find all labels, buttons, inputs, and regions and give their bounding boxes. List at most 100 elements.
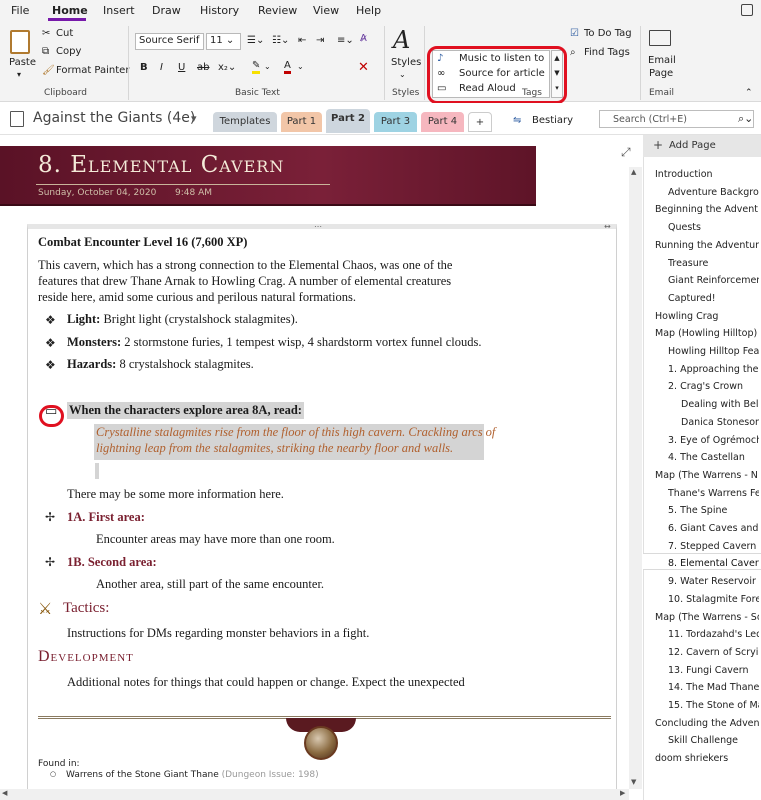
container-resize-icon[interactable]: ↔: [604, 222, 611, 231]
container-handle-icon[interactable]: ⋯: [314, 222, 322, 231]
email-button-line2[interactable]: Page: [649, 68, 673, 79]
page-list-item[interactable]: Map (The Warrens - So: [655, 612, 759, 623]
decrease-indent-icon[interactable]: ⇤: [298, 35, 306, 46]
page-list-item[interactable]: Concluding the Adven: [655, 718, 759, 729]
page-list-item[interactable]: 9. Water Reservoir: [668, 576, 759, 587]
highlight-icon[interactable]: ✎: [252, 60, 261, 74]
page-list-item[interactable]: Beginning the Advent: [655, 204, 759, 215]
cut-icon[interactable]: ✂: [42, 28, 50, 39]
read-aloud-tag-icon[interactable]: ▭: [45, 404, 57, 419]
tab-part-4[interactable]: Part 4: [421, 112, 464, 132]
notebook-dropdown-icon[interactable]: ▾: [191, 112, 197, 125]
email-icon[interactable]: [649, 30, 671, 46]
cut-button[interactable]: Cut: [56, 28, 73, 39]
format-painter-icon[interactable]: 🖌: [42, 65, 55, 76]
page-list-item[interactable]: Map (Howling Hilltop): [655, 328, 759, 339]
page-list-item[interactable]: 10. Stalagmite Fores: [668, 594, 759, 605]
copy-icon[interactable]: ⧉: [42, 46, 49, 57]
menu-file[interactable]: File: [11, 4, 29, 17]
notebook-name[interactable]: Against the Giants (4e): [33, 110, 195, 126]
format-painter-button[interactable]: Format Painter: [56, 65, 129, 76]
italic-icon[interactable]: I: [160, 62, 163, 73]
add-page-button[interactable]: Add Page: [669, 140, 716, 151]
increase-indent-icon[interactable]: ⇥: [316, 35, 324, 46]
page-list-item[interactable]: 4. The Castellan: [668, 452, 759, 463]
page-list-item[interactable]: 8. Elemental Cavern: [668, 558, 759, 569]
page-list-item[interactable]: 6. Giant Caves and: [668, 523, 759, 534]
menu-draw[interactable]: Draw: [152, 4, 181, 17]
bold-icon[interactable]: B: [140, 62, 148, 73]
tab-part-1[interactable]: Part 1: [281, 112, 322, 132]
content-scrollbar[interactable]: [629, 167, 642, 789]
highlight-dropdown-icon[interactable]: ⌄: [264, 62, 271, 71]
styles-icon[interactable]: A: [393, 26, 410, 54]
page-list-item[interactable]: Adventure Backgro: [668, 187, 759, 198]
page-list-item[interactable]: Running the Adventur: [655, 240, 759, 251]
window-restore-icon[interactable]: [741, 4, 753, 16]
page-list-item[interactable]: 1. Approaching the: [668, 364, 759, 375]
email-button-line1[interactable]: Email: [648, 55, 676, 66]
scroll-right-icon[interactable]: ▶: [620, 789, 625, 797]
horizontal-scrollbar[interactable]: [0, 789, 629, 800]
menu-view[interactable]: View: [313, 4, 339, 17]
menu-help[interactable]: Help: [356, 4, 381, 17]
search-icon[interactable]: ⌕⌄: [738, 112, 753, 126]
page-list-item[interactable]: Thane's Warrens Fe: [668, 488, 759, 499]
paste-icon[interactable]: [10, 30, 30, 54]
page-title[interactable]: 8. Elemental Cavern: [38, 152, 284, 178]
styles-button[interactable]: Styles: [391, 57, 421, 68]
page-list-item[interactable]: 15. The Stone of Ma: [668, 700, 759, 711]
styles-dropdown-icon[interactable]: ⌄: [399, 70, 406, 79]
font-family-select[interactable]: Source Serif I: [135, 33, 204, 50]
page-list-item[interactable]: Map (The Warrens - N: [655, 470, 759, 481]
menu-home[interactable]: Home: [52, 4, 88, 17]
search-box[interactable]: Search (Ctrl+E) ⌕⌄: [599, 110, 754, 128]
clear-formatting-icon[interactable]: A̷: [360, 33, 367, 44]
font-color-dropdown-icon[interactable]: ⌄: [297, 62, 304, 71]
menu-insert[interactable]: Insert: [103, 4, 135, 17]
page-list-item[interactable]: 2. Crag's Crown: [668, 381, 759, 392]
page-list-item[interactable]: Treasure: [668, 258, 759, 269]
underline-icon[interactable]: U: [178, 62, 185, 73]
subscript-icon[interactable]: x₂⌄: [218, 62, 236, 73]
paragraph-align-icon[interactable]: ≡⌄: [337, 35, 354, 46]
menu-history[interactable]: History: [200, 4, 239, 17]
found-in-source[interactable]: Warrens of the Stone Giant Thane: [66, 770, 219, 780]
font-color-icon[interactable]: A: [284, 60, 291, 74]
add-section-button[interactable]: +: [468, 112, 492, 132]
find-tags-icon[interactable]: ⌕: [570, 47, 576, 58]
add-page-bar[interactable]: + Add Page: [643, 135, 761, 157]
numbering-icon[interactable]: ☷⌄: [272, 35, 289, 46]
menu-review[interactable]: Review: [258, 4, 297, 17]
page-list-item[interactable]: 7. Stepped Cavern: [668, 541, 759, 552]
page-list-item[interactable]: 14. The Mad Thane: [668, 682, 759, 693]
scroll-up-icon[interactable]: ▲: [631, 168, 636, 176]
bestiary-link[interactable]: Bestiary: [532, 115, 573, 126]
todo-tag-button[interactable]: To Do Tag: [584, 28, 632, 39]
page-list-item[interactable]: Introduction: [655, 169, 759, 180]
page-list-item[interactable]: Dealing with Bel: [681, 399, 759, 410]
page-list-item[interactable]: Giant Reinforcemen: [668, 275, 759, 286]
tab-templates[interactable]: Templates: [213, 112, 277, 132]
paste-button[interactable]: Paste: [9, 57, 36, 68]
page-list-item[interactable]: 11. Tordazahd's Led: [668, 629, 759, 640]
bullets-icon[interactable]: ☰⌄: [247, 35, 264, 46]
tab-part-3[interactable]: Part 3: [374, 112, 417, 132]
todo-checkbox-icon[interactable]: ☑: [570, 28, 579, 39]
page-list-item[interactable]: 5. The Spine: [668, 505, 759, 516]
page-list-item[interactable]: Danica Stoneson: [681, 417, 759, 428]
expand-icon[interactable]: ⤢: [621, 145, 631, 160]
page-list-item[interactable]: Quests: [668, 222, 759, 233]
page-list-item[interactable]: doom shriekers: [655, 753, 759, 764]
page-list-item[interactable]: Captured!: [668, 293, 759, 304]
copy-button[interactable]: Copy: [56, 46, 81, 57]
collapse-ribbon-icon[interactable]: ⌃: [745, 88, 753, 98]
font-size-select[interactable]: 11 ⌄: [206, 33, 241, 50]
page-list-item[interactable]: Howling Crag: [655, 311, 759, 322]
page-list-item[interactable]: Skill Challenge: [668, 735, 759, 746]
page-list-item[interactable]: 3. Eye of Ogrémoch: [668, 435, 759, 446]
page-list-item[interactable]: 13. Fungi Cavern: [668, 665, 759, 676]
page-list-item[interactable]: 12. Cavern of Scryin: [668, 647, 759, 658]
page-list-item[interactable]: Howling Hilltop Fea: [668, 346, 759, 357]
clear-icon[interactable]: ✕: [358, 60, 369, 75]
